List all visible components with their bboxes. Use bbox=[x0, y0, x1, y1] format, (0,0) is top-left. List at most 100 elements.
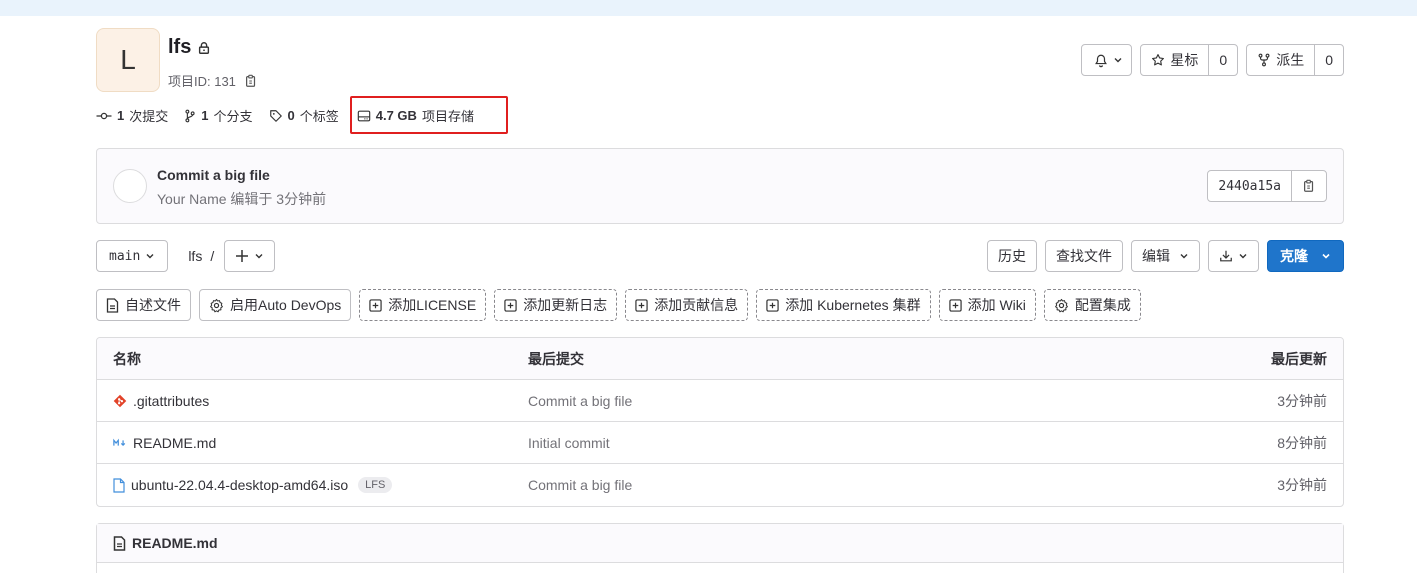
gear-icon bbox=[209, 298, 224, 313]
star-count[interactable]: 0 bbox=[1208, 45, 1237, 75]
table-row[interactable]: README.md Initial commit 8分钟前 bbox=[97, 422, 1343, 464]
readme-title[interactable]: README.md bbox=[132, 535, 218, 551]
commit-sha[interactable]: 2440a15a bbox=[1208, 171, 1291, 201]
star-icon bbox=[1151, 53, 1165, 67]
edit-dropdown[interactable]: 编辑 bbox=[1131, 240, 1200, 272]
file-icon bbox=[106, 297, 119, 313]
file-updated: 3分钟前 bbox=[1277, 477, 1327, 493]
tags-count: 0 bbox=[287, 108, 295, 123]
project-id: 项目ID: 131 bbox=[168, 71, 258, 90]
chevron-down-icon bbox=[254, 251, 264, 261]
breadcrumb-separator: / bbox=[210, 248, 215, 264]
add-license-label: 添加LICENSE bbox=[388, 297, 477, 313]
chevron-down-icon bbox=[145, 251, 155, 261]
header-last-update: 最后更新 bbox=[1271, 351, 1327, 367]
project-avatar: L bbox=[96, 28, 160, 92]
git-icon bbox=[113, 394, 127, 408]
fork-button[interactable]: 派生 0 bbox=[1246, 44, 1344, 76]
file-name[interactable]: .gitattributes bbox=[133, 393, 209, 409]
commit-author-time: Your Name 编辑于 3分钟前 bbox=[157, 191, 327, 207]
chevron-down-icon bbox=[1179, 251, 1189, 261]
table-row[interactable]: .gitattributes Commit a big file 3分钟前 bbox=[97, 380, 1343, 422]
find-file-button[interactable]: 查找文件 bbox=[1045, 240, 1123, 272]
add-license-button[interactable]: 添加LICENSE bbox=[359, 289, 487, 321]
clone-dropdown[interactable]: 克隆 bbox=[1267, 240, 1344, 272]
copy-icon[interactable] bbox=[244, 74, 258, 88]
tag-icon bbox=[269, 109, 283, 123]
file-name[interactable]: README.md bbox=[133, 435, 216, 451]
plus-square-icon bbox=[635, 298, 648, 312]
branches-label: 个分支 bbox=[213, 109, 253, 124]
commit-icon bbox=[96, 111, 112, 121]
notification-dropdown[interactable] bbox=[1081, 44, 1133, 76]
add-contributing-label: 添加贡献信息 bbox=[654, 297, 739, 313]
plus-square-icon bbox=[948, 298, 962, 312]
commit-sha-group: 2440a15a bbox=[1207, 170, 1327, 202]
chevron-down-icon bbox=[1321, 251, 1331, 261]
lock-icon bbox=[197, 41, 211, 55]
repo-toolbar: main lfs / 历史 查找文件 编辑 克隆 bbox=[96, 240, 1344, 272]
chevron-down-icon bbox=[1238, 251, 1248, 261]
auto-devops-button[interactable]: 启用Auto DevOps bbox=[199, 289, 352, 321]
breadcrumb-root[interactable]: lfs bbox=[188, 248, 202, 264]
project-name[interactable]: lfs bbox=[168, 36, 191, 59]
top-banner bbox=[0, 0, 1417, 16]
add-kubernetes-label: 添加 Kubernetes 集群 bbox=[785, 297, 921, 313]
star-label: 星标 bbox=[1170, 52, 1199, 68]
commit-title[interactable]: Commit a big file bbox=[157, 167, 270, 183]
branches-stat[interactable]: 1 个分支 bbox=[184, 106, 253, 125]
add-kubernetes-button[interactable]: 添加 Kubernetes 集群 bbox=[756, 289, 931, 321]
branch-name: main bbox=[109, 248, 141, 264]
table-header: 名称 最后提交 最后更新 bbox=[97, 338, 1343, 380]
branch-icon bbox=[184, 109, 196, 123]
highlight-box bbox=[350, 96, 508, 134]
commits-label: 次提交 bbox=[129, 109, 169, 124]
fork-count[interactable]: 0 bbox=[1314, 45, 1343, 75]
file-updated: 3分钟前 bbox=[1277, 393, 1327, 409]
add-changelog-button[interactable]: 添加更新日志 bbox=[494, 289, 618, 321]
plus-square-icon bbox=[504, 298, 517, 312]
readme-action-button[interactable]: 自述文件 bbox=[96, 289, 191, 321]
avatar[interactable] bbox=[113, 169, 147, 203]
file-commit[interactable]: Commit a big file bbox=[528, 464, 632, 506]
add-wiki-button[interactable]: 添加 Wiki bbox=[938, 289, 1036, 321]
markdown-icon bbox=[113, 438, 127, 448]
plus-icon bbox=[235, 249, 249, 263]
auto-devops-label: 启用Auto DevOps bbox=[230, 297, 342, 313]
download-dropdown[interactable] bbox=[1208, 240, 1259, 272]
readme-panel: README.md bbox=[96, 523, 1344, 573]
bell-icon bbox=[1094, 53, 1108, 68]
edit-label: 编辑 bbox=[1142, 248, 1170, 264]
table-row[interactable]: ubuntu-22.04.4-desktop-amd64.iso LFS Com… bbox=[97, 464, 1343, 506]
lfs-badge: LFS bbox=[358, 477, 393, 493]
configure-integrations-label: 配置集成 bbox=[1074, 297, 1131, 313]
commits-count: 1 bbox=[117, 108, 125, 123]
add-dropdown[interactable] bbox=[224, 240, 276, 272]
file-updated: 8分钟前 bbox=[1277, 435, 1327, 451]
tags-stat[interactable]: 0 个标签 bbox=[269, 106, 339, 125]
file-commit[interactable]: Commit a big file bbox=[528, 380, 632, 422]
history-button[interactable]: 历史 bbox=[987, 240, 1037, 272]
copy-icon bbox=[1302, 179, 1316, 193]
commits-stat[interactable]: 1 次提交 bbox=[96, 106, 168, 125]
project-actions: 星标 0 派生 0 bbox=[1081, 44, 1344, 76]
file-commit[interactable]: Initial commit bbox=[528, 422, 610, 464]
copy-sha-button[interactable] bbox=[1291, 171, 1326, 201]
star-button[interactable]: 星标 0 bbox=[1140, 44, 1239, 76]
last-commit-panel: Commit a big file Your Name 编辑于 3分钟前 244… bbox=[96, 148, 1344, 224]
readme-header: README.md bbox=[97, 524, 1343, 563]
clone-label: 克隆 bbox=[1280, 248, 1308, 264]
chevron-down-icon bbox=[1113, 55, 1123, 65]
configure-integrations-button[interactable]: 配置集成 bbox=[1043, 289, 1141, 321]
add-wiki-label: 添加 Wiki bbox=[967, 297, 1026, 313]
quick-actions: 自述文件 启用Auto DevOps 添加LICENSE 添加更新日志 添加贡献… bbox=[96, 289, 1141, 321]
add-contributing-button[interactable]: 添加贡献信息 bbox=[625, 289, 749, 321]
gear-icon bbox=[1054, 298, 1069, 313]
document-icon bbox=[113, 535, 126, 551]
header-name: 名称 bbox=[113, 351, 141, 367]
file-name[interactable]: ubuntu-22.04.4-desktop-amd64.iso bbox=[131, 477, 348, 493]
file-table: 名称 最后提交 最后更新 .gitattributes Commit a big… bbox=[96, 337, 1344, 507]
plus-square-icon bbox=[369, 298, 382, 312]
fork-label: 派生 bbox=[1276, 52, 1305, 68]
branch-selector[interactable]: main bbox=[96, 240, 169, 272]
